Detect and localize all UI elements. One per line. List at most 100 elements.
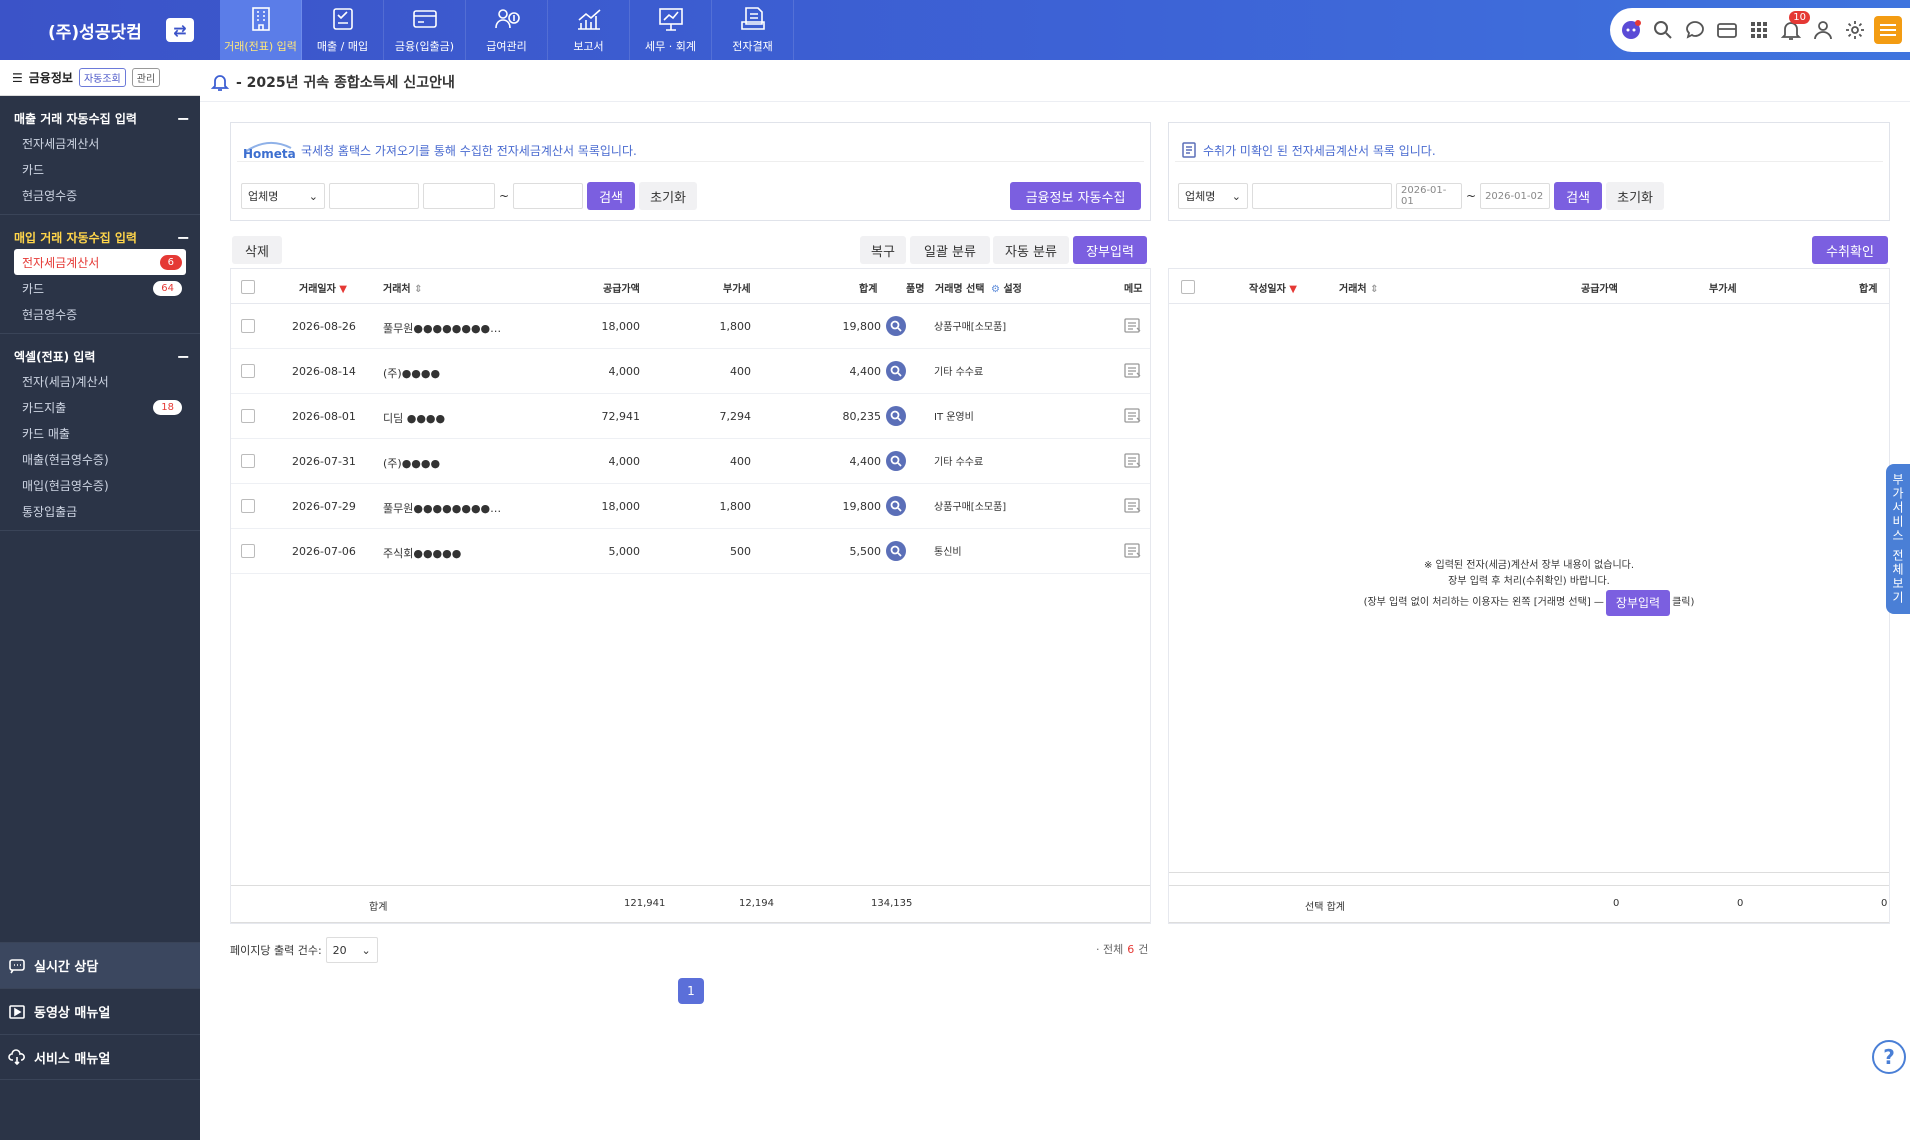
sidebar-group-title[interactable]: 매입 거래 자동수집 입력 − bbox=[0, 225, 200, 249]
date-to-input[interactable]: 2026-01-02 bbox=[1480, 183, 1551, 209]
nav-tax-accounting[interactable]: 세무 · 회계 bbox=[630, 0, 712, 60]
delete-button[interactable]: 삭제 bbox=[232, 236, 282, 264]
company-select[interactable]: 업체명 ⌄ bbox=[1178, 183, 1248, 209]
auto-classify-button[interactable]: 자동 분류 bbox=[993, 236, 1069, 264]
message-icon[interactable] bbox=[1682, 17, 1708, 43]
sidebar-item-purchase-etax[interactable]: 전자세금계산서 6 bbox=[14, 249, 186, 275]
nav-payroll[interactable]: 급여관리 bbox=[466, 0, 548, 60]
memo-icon[interactable] bbox=[1124, 498, 1142, 514]
page-button-current[interactable]: 1 bbox=[678, 978, 704, 1004]
page-size-select[interactable]: 20 ⌄ bbox=[325, 937, 378, 963]
chat-bot-icon[interactable] bbox=[1618, 17, 1644, 43]
date-from-input[interactable]: 2026-01-01 bbox=[1396, 183, 1462, 209]
search-button[interactable]: 검색 bbox=[1554, 182, 1603, 210]
select-all-checkbox[interactable] bbox=[241, 280, 255, 294]
search-magnifier-icon[interactable] bbox=[886, 316, 906, 336]
nav-e-approval[interactable]: 전자결재 bbox=[712, 0, 794, 60]
live-chat-button[interactable]: 실시간 상담 bbox=[0, 942, 200, 988]
cell-date: 2026-07-06 bbox=[292, 545, 356, 558]
collapse-icon[interactable]: − bbox=[177, 228, 190, 247]
restore-button[interactable]: 복구 bbox=[860, 236, 906, 264]
finance-auto-collect-button[interactable]: 금융정보 자동수집 bbox=[1010, 182, 1141, 210]
user-icon[interactable] bbox=[1810, 17, 1836, 43]
sidebar-item-sales-cash-receipt[interactable]: 현금영수증 bbox=[0, 182, 200, 208]
search-magnifier-icon[interactable] bbox=[886, 361, 906, 381]
company-name-input[interactable] bbox=[329, 183, 419, 209]
search-magnifier-icon[interactable] bbox=[886, 541, 906, 561]
sidebar-item-sales-etax[interactable]: 전자세금계산서 bbox=[0, 130, 200, 156]
notification-bell-icon[interactable]: 10 bbox=[1778, 11, 1810, 43]
collapse-icon[interactable]: − bbox=[177, 109, 190, 128]
memo-icon[interactable] bbox=[1124, 318, 1142, 334]
nav-finance[interactable]: 금융(입출금) bbox=[384, 0, 466, 60]
notice-bar[interactable]: - 2025년 귀속 종합소득세 신고안내 bbox=[210, 68, 455, 96]
sidebar-item-excel-card-expense[interactable]: 카드지출 18 bbox=[0, 394, 200, 420]
table-row[interactable]: 2026-08-14 (주)●●●● 4,000 400 4,400 기타 수수료 bbox=[231, 349, 1150, 394]
date-to-input[interactable] bbox=[513, 183, 584, 209]
sidebar-item-purchase-card[interactable]: 카드 64 bbox=[0, 275, 200, 301]
sidebar-item-excel-bank[interactable]: 통장입출금 bbox=[0, 498, 200, 524]
table-row[interactable]: 2026-07-06 주식회●●●●● 5,000 500 5,500 통신비 bbox=[231, 529, 1150, 574]
memo-icon[interactable] bbox=[1124, 363, 1142, 379]
right-grid-header: 작성일자 ▼ 거래처 ⇕ 공급가액 부가세 합계 bbox=[1169, 268, 1889, 304]
auto-lookup-button[interactable]: 자동조회 bbox=[78, 68, 126, 87]
switch-company-icon[interactable]: ⇄ bbox=[166, 18, 194, 42]
nav-transaction-entry[interactable]: 거래(전표) 입력 bbox=[220, 0, 302, 60]
reset-button[interactable]: 초기화 bbox=[639, 182, 698, 210]
sidebar-item-excel-card-sales[interactable]: 카드 매출 bbox=[0, 420, 200, 446]
sidebar-item-excel-sales-cash[interactable]: 매출(현금영수증) bbox=[0, 446, 200, 472]
table-row[interactable]: 2026-08-01 디딤 ●●●● 72,941 7,294 80,235 IT 운영비 bbox=[231, 394, 1150, 439]
row-checkbox[interactable] bbox=[241, 409, 255, 423]
manage-button[interactable]: 관리 bbox=[131, 68, 161, 87]
bulk-classify-button[interactable]: 일괄 분류 bbox=[910, 236, 990, 264]
page-size-label: 페이지당 출력 건수: bbox=[230, 944, 322, 957]
ledger-entry-button[interactable]: 장부입력 bbox=[1073, 236, 1147, 264]
column-header-partner[interactable]: 거래처 ⇕ bbox=[383, 280, 422, 295]
sidebar-group-title[interactable]: 매출 거래 자동수집 입력 − bbox=[0, 106, 200, 130]
search-magnifier-icon[interactable] bbox=[886, 451, 906, 471]
search-button[interactable]: 검색 bbox=[587, 182, 636, 210]
settings-gear-icon[interactable] bbox=[1842, 17, 1868, 43]
search-magnifier-icon[interactable] bbox=[886, 496, 906, 516]
left-grid-body: 2026-08-26 풀무원●●●●●●●●… 18,000 1,800 19,800 상… bbox=[231, 304, 1150, 864]
help-icon[interactable]: ? bbox=[1872, 1040, 1906, 1074]
table-row[interactable]: 2026-08-26 풀무원●●●●●●●●… 18,000 1,800 19,800 상… bbox=[231, 304, 1150, 349]
column-header-date[interactable]: 거래일자 ▼ bbox=[299, 280, 347, 295]
sidebar-item-excel-purchase-cash[interactable]: 매입(현금영수증) bbox=[0, 472, 200, 498]
collapse-icon[interactable]: − bbox=[177, 347, 190, 366]
nav-reports[interactable]: 보고서 bbox=[548, 0, 630, 60]
search-magnifier-icon[interactable] bbox=[886, 406, 906, 426]
hamburger-menu-icon[interactable] bbox=[1874, 16, 1902, 44]
row-checkbox[interactable] bbox=[241, 499, 255, 513]
memo-icon[interactable] bbox=[1124, 543, 1142, 559]
apps-grid-icon[interactable] bbox=[1746, 17, 1772, 43]
table-row[interactable]: 2026-07-31 (주)●●●● 4,000 400 4,400 기타 수수료 bbox=[231, 439, 1150, 484]
select-all-checkbox[interactable] bbox=[1181, 280, 1195, 294]
sidebar-item-purchase-cash-receipt[interactable]: 현금영수증 bbox=[0, 301, 200, 327]
company-select[interactable]: 업체명 ⌄ bbox=[241, 183, 325, 209]
row-checkbox[interactable] bbox=[241, 364, 255, 378]
search-icon[interactable] bbox=[1650, 17, 1676, 43]
sidebar-item-sales-card[interactable]: 카드 bbox=[0, 156, 200, 182]
sidebar-group-title[interactable]: 엑셀(전표) 입력 − bbox=[0, 344, 200, 368]
company-name-input[interactable] bbox=[1252, 183, 1392, 209]
empty-ledger-entry-button[interactable]: 장부입력 bbox=[1605, 590, 1671, 616]
additional-services-tab[interactable]: 부가서비스 전체보기 bbox=[1886, 464, 1910, 614]
column-header-setting[interactable]: ⚙ 설정 bbox=[991, 280, 1022, 295]
table-row[interactable]: 2026-07-29 풀무원●●●●●●●●… 18,000 1,800 19,800 상… bbox=[231, 484, 1150, 529]
sidebar-item-excel-etax[interactable]: 전자(세금)계산서 bbox=[0, 368, 200, 394]
row-checkbox[interactable] bbox=[241, 319, 255, 333]
row-checkbox[interactable] bbox=[241, 544, 255, 558]
receipt-confirm-button[interactable]: 수취확인 bbox=[1812, 236, 1888, 264]
memo-icon[interactable] bbox=[1124, 408, 1142, 424]
reset-button[interactable]: 초기화 bbox=[1606, 182, 1665, 210]
column-header-written-date[interactable]: 작성일자 ▼ bbox=[1249, 280, 1297, 295]
card-icon[interactable] bbox=[1714, 17, 1740, 43]
date-from-input[interactable] bbox=[423, 183, 495, 209]
service-manual-button[interactable]: 서비스 매뉴얼 bbox=[0, 1034, 200, 1080]
memo-icon[interactable] bbox=[1124, 453, 1142, 469]
row-checkbox[interactable] bbox=[241, 454, 255, 468]
nav-sales-purchase[interactable]: 매출 / 매입 bbox=[302, 0, 384, 60]
column-header-partner[interactable]: 거래처 ⇕ bbox=[1339, 280, 1378, 295]
video-manual-button[interactable]: 동영상 매뉴얼 bbox=[0, 988, 200, 1034]
